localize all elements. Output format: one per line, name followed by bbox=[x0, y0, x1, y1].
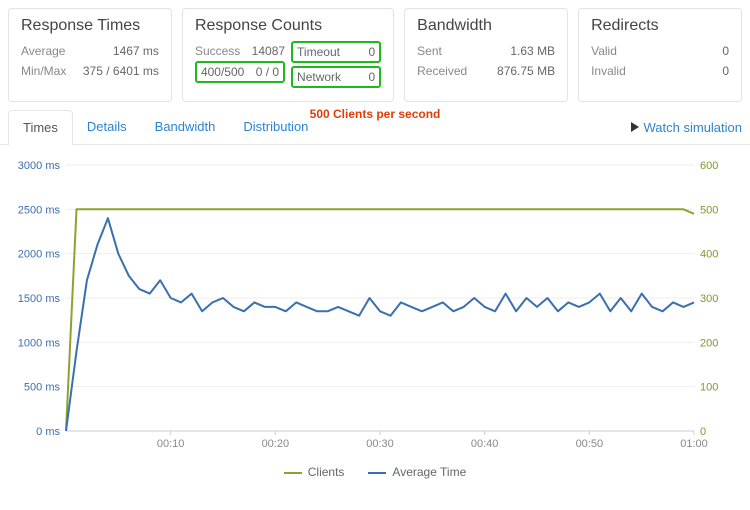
svg-text:01:00: 01:00 bbox=[680, 438, 708, 450]
chart-legend: Clients Average Time bbox=[0, 461, 750, 487]
tab-times[interactable]: Times bbox=[8, 110, 73, 146]
avg-label: Average bbox=[21, 41, 65, 61]
svg-text:1000 ms: 1000 ms bbox=[18, 337, 61, 349]
received-value: 876.75 MB bbox=[497, 61, 555, 81]
play-icon bbox=[630, 122, 640, 132]
success-row: Success14087 bbox=[195, 41, 285, 61]
svg-text:0: 0 bbox=[700, 426, 706, 438]
err-pill: 400/5000 / 0 bbox=[195, 61, 285, 83]
svg-text:300: 300 bbox=[700, 293, 718, 305]
card-bandwidth: Bandwidth Sent 1.63 MB Received 876.75 MB bbox=[404, 8, 568, 102]
card-title: Response Counts bbox=[195, 17, 381, 35]
svg-text:500: 500 bbox=[700, 204, 718, 216]
svg-text:1500 ms: 1500 ms bbox=[18, 293, 61, 305]
svg-text:00:40: 00:40 bbox=[471, 438, 499, 450]
svg-text:3000 ms: 3000 ms bbox=[18, 160, 61, 172]
invalid-value: 0 bbox=[722, 61, 729, 81]
svg-text:00:20: 00:20 bbox=[262, 438, 290, 450]
network-pill: Network0 bbox=[291, 66, 381, 88]
svg-text:00:50: 00:50 bbox=[576, 438, 604, 450]
card-redirects: Redirects Valid 0 Invalid 0 bbox=[578, 8, 742, 102]
svg-text:00:10: 00:10 bbox=[157, 438, 185, 450]
card-title: Response Times bbox=[21, 17, 159, 35]
svg-text:500 ms: 500 ms bbox=[24, 382, 61, 394]
legend-avg: Average Time bbox=[368, 465, 466, 479]
legend-clients: Clients bbox=[284, 465, 345, 479]
sent-label: Sent bbox=[417, 41, 442, 61]
tab-bandwidth[interactable]: Bandwidth bbox=[141, 110, 230, 144]
tab-bar: 500 Clients per second Times Details Ban… bbox=[0, 110, 750, 145]
received-label: Received bbox=[417, 61, 467, 81]
invalid-label: Invalid bbox=[591, 61, 626, 81]
svg-text:400: 400 bbox=[700, 249, 718, 261]
minmax-value: 375 / 6401 ms bbox=[83, 61, 159, 81]
svg-text:00:30: 00:30 bbox=[366, 438, 394, 450]
timeout-pill: Timeout0 bbox=[291, 41, 381, 63]
svg-text:200: 200 bbox=[700, 337, 718, 349]
tab-distribution[interactable]: Distribution bbox=[229, 110, 322, 144]
svg-text:2000 ms: 2000 ms bbox=[18, 249, 61, 261]
minmax-label: Min/Max bbox=[21, 61, 66, 81]
clients-per-second: 500 Clients per second bbox=[310, 107, 441, 121]
tab-details[interactable]: Details bbox=[73, 110, 141, 144]
valid-label: Valid bbox=[591, 41, 617, 61]
card-title: Redirects bbox=[591, 17, 729, 35]
avg-value: 1467 ms bbox=[113, 41, 159, 61]
svg-text:0 ms: 0 ms bbox=[36, 426, 60, 438]
card-response-times: Response Times Average 1467 ms Min/Max 375… bbox=[8, 8, 172, 102]
chart-svg: 0 ms 500 ms 1000 ms 1500 ms 2000 ms 2500 ms 30… bbox=[10, 155, 730, 455]
card-response-counts: Response Counts Success14087 400/5000 / … bbox=[182, 8, 394, 102]
watch-simulation-link[interactable]: Watch simulation bbox=[630, 120, 743, 135]
sent-value: 1.63 MB bbox=[510, 41, 555, 61]
card-title: Bandwidth bbox=[417, 17, 555, 35]
svg-text:2500 ms: 2500 ms bbox=[18, 204, 61, 216]
svg-text:600: 600 bbox=[700, 160, 718, 172]
svg-text:100: 100 bbox=[700, 382, 718, 394]
chart-container: 0 ms 500 ms 1000 ms 1500 ms 2000 ms 2500 ms 30… bbox=[0, 145, 750, 461]
valid-value: 0 bbox=[722, 41, 729, 61]
